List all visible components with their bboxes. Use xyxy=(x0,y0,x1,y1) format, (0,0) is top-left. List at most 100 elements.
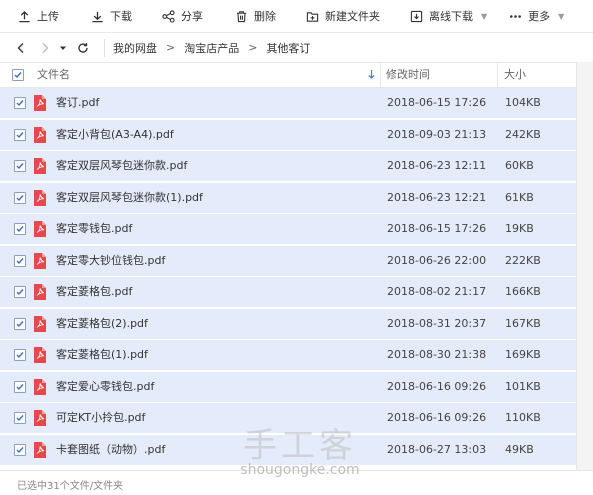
pdf-file-icon xyxy=(34,95,46,111)
row-checkbox[interactable] xyxy=(14,97,26,109)
more-button[interactable]: 更多 ▼ xyxy=(501,0,572,32)
pdf-file-icon xyxy=(34,284,46,300)
table-row[interactable]: 客定爱心零钱包.pdf 2018-06-16 09:26 101KB xyxy=(0,371,576,402)
file-name[interactable]: 客定零钱包.pdf xyxy=(56,213,132,244)
share-icon xyxy=(162,9,175,23)
row-checkbox[interactable] xyxy=(14,160,26,172)
download-button[interactable]: 下载 xyxy=(83,0,140,32)
check-icon xyxy=(16,447,24,454)
table-row[interactable]: 可定KT小拎包.pdf 2018-06-16 09:26 110KB xyxy=(0,402,576,433)
row-checkbox[interactable] xyxy=(14,223,26,235)
file-name[interactable]: 可定KT小拎包.pdf xyxy=(56,402,145,433)
status-bar: 已选中31个文件/文件夹 xyxy=(0,470,593,495)
column-header-name[interactable]: 文件名 xyxy=(37,63,70,87)
breadcrumb-separator: > xyxy=(248,41,258,54)
check-icon xyxy=(16,226,24,233)
table-row[interactable]: 客定菱格包(1).pdf 2018-08-30 21:38 169KB xyxy=(0,339,576,370)
new-folder-button[interactable]: 新建文件夹 xyxy=(298,0,388,32)
table-row[interactable]: 客定双层风琴包迷你款(1).pdf 2018-06-23 12:21 61KB xyxy=(0,182,576,213)
upload-label: 上传 xyxy=(37,10,59,23)
file-size: 61KB xyxy=(505,191,534,204)
row-checkbox[interactable] xyxy=(14,318,26,330)
history-dropdown[interactable] xyxy=(56,33,70,62)
file-name[interactable]: 客定菱格包(1).pdf xyxy=(56,339,148,370)
check-icon xyxy=(16,352,24,359)
row-checkbox[interactable] xyxy=(14,381,26,393)
pdf-file-icon xyxy=(34,127,46,143)
check-icon xyxy=(16,384,24,391)
more-label: 更多 xyxy=(528,10,551,23)
upload-button[interactable]: 上传 xyxy=(10,0,67,32)
row-checkbox[interactable] xyxy=(14,255,26,267)
back-button[interactable] xyxy=(10,33,32,62)
pdf-file-icon xyxy=(34,253,46,269)
column-header-modified[interactable]: 修改时间 xyxy=(386,63,430,87)
delete-button[interactable]: 删除 xyxy=(227,0,284,32)
delete-label: 删除 xyxy=(254,10,276,23)
file-name[interactable]: 客定双层风琴包迷你款.pdf xyxy=(56,150,187,181)
row-checkbox[interactable] xyxy=(14,444,26,456)
file-name[interactable]: 客定菱格包(2).pdf xyxy=(56,308,148,339)
file-modified-time: 2018-08-02 21:17 xyxy=(387,285,487,298)
row-checkbox[interactable] xyxy=(14,129,26,141)
file-modified-time: 2018-08-30 21:38 xyxy=(387,348,487,361)
table-row[interactable]: 卡套图纸（动物）.pdf 2018-06-27 13:03 49KB xyxy=(0,434,576,465)
breadcrumb-item[interactable]: 淘宝店产品 xyxy=(184,40,239,56)
file-name[interactable]: 客定小背包(A3-A4).pdf xyxy=(56,119,174,150)
file-size: 104KB xyxy=(505,96,541,109)
file-modified-time: 2018-06-26 22:00 xyxy=(387,254,487,267)
check-icon xyxy=(16,321,24,328)
row-checkbox[interactable] xyxy=(14,192,26,204)
new-folder-label: 新建文件夹 xyxy=(325,10,380,23)
check-icon xyxy=(14,72,22,79)
column-header-size[interactable]: 大小 xyxy=(504,63,526,87)
check-icon xyxy=(16,195,24,202)
offline-download-button[interactable]: 离线下载 ▼ xyxy=(402,0,495,32)
file-size: 19KB xyxy=(505,222,534,235)
pdf-file-icon xyxy=(34,158,46,174)
file-size: 242KB xyxy=(505,128,541,141)
row-checkbox[interactable] xyxy=(14,349,26,361)
chevron-down-icon[interactable]: ▼ xyxy=(558,12,564,21)
sort-descending-icon[interactable] xyxy=(367,69,376,80)
file-name[interactable]: 客定菱格包.pdf xyxy=(56,276,132,307)
breadcrumb-item[interactable]: 我的网盘 xyxy=(113,40,157,56)
column-divider[interactable] xyxy=(497,63,498,87)
trash-icon xyxy=(236,10,247,22)
pdf-file-icon xyxy=(34,316,46,332)
breadcrumb: 我的网盘 > 淘宝店产品 > 其他客订 xyxy=(104,38,310,57)
row-checkbox[interactable] xyxy=(14,286,26,298)
table-row[interactable]: 客定小背包(A3-A4).pdf 2018-09-03 21:13 242KB xyxy=(0,119,576,150)
column-divider[interactable] xyxy=(380,63,381,87)
file-name[interactable]: 卡套图纸（动物）.pdf xyxy=(56,434,165,465)
table-row[interactable]: 客定双层风琴包迷你款.pdf 2018-06-23 12:11 60KB xyxy=(0,150,576,181)
table-row[interactable]: 客定菱格包.pdf 2018-08-02 21:17 166KB xyxy=(0,276,576,307)
share-button[interactable]: 分享 xyxy=(154,0,211,32)
refresh-button[interactable] xyxy=(72,33,94,62)
pdf-file-icon xyxy=(34,221,46,237)
table-row[interactable]: 客定零大钞位钱包.pdf 2018-06-26 22:00 222KB xyxy=(0,245,576,276)
check-icon xyxy=(16,163,24,170)
back-arrow-icon xyxy=(17,42,24,53)
select-all-checkbox[interactable] xyxy=(12,69,24,81)
chevron-down-icon[interactable]: ▼ xyxy=(481,12,487,21)
pdf-file-icon xyxy=(34,442,46,458)
more-icon xyxy=(510,14,522,18)
file-name[interactable]: 客定双层风琴包迷你款(1).pdf xyxy=(56,182,203,213)
check-icon xyxy=(16,132,24,139)
row-checkbox[interactable] xyxy=(14,412,26,424)
table-row[interactable]: 客定菱格包(2).pdf 2018-08-31 20:37 167KB xyxy=(0,308,576,339)
forward-button[interactable] xyxy=(34,33,56,62)
file-modified-time: 2018-06-15 17:26 xyxy=(387,96,487,109)
file-modified-time: 2018-06-23 12:21 xyxy=(387,191,487,204)
vertical-scrollbar[interactable] xyxy=(576,62,593,470)
pdf-file-icon xyxy=(34,379,46,395)
file-size: 166KB xyxy=(505,285,541,298)
file-name[interactable]: 客定爱心零钱包.pdf xyxy=(56,371,154,402)
file-name[interactable]: 客订.pdf xyxy=(56,87,99,118)
file-modified-time: 2018-06-16 09:26 xyxy=(387,380,487,393)
breadcrumb-item[interactable]: 其他客订 xyxy=(266,40,310,56)
table-row[interactable]: 客订.pdf 2018-06-15 17:26 104KB xyxy=(0,87,576,118)
table-row[interactable]: 客定零钱包.pdf 2018-06-15 17:26 19KB xyxy=(0,213,576,244)
file-name[interactable]: 客定零大钞位钱包.pdf xyxy=(56,245,165,276)
